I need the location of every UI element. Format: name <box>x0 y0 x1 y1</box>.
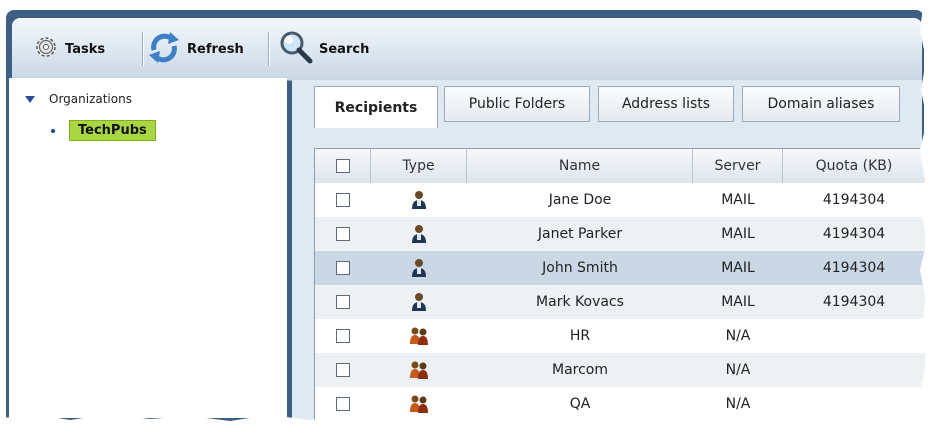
recipients-pane: Recipients Public Folders Address lists … <box>292 80 925 429</box>
cell-quota: 4194304 <box>822 226 886 242</box>
cell-quota: 4194304 <box>822 192 886 208</box>
tab-label: Domain aliases <box>767 96 875 112</box>
table-row[interactable]: John Smith MAIL 4194304 <box>315 251 925 285</box>
tab-label: Public Folders <box>468 96 566 112</box>
cell-server: N/A <box>725 362 751 378</box>
tab-public-folders[interactable]: Public Folders <box>444 86 590 122</box>
row-checkbox-cell <box>315 353 371 387</box>
table-header: Type Name Server Quota (KB) <box>315 149 925 184</box>
tree-node-label: Organizations <box>49 92 132 106</box>
cell-name: Marcom <box>551 362 608 378</box>
gear-icon <box>32 33 60 65</box>
group-icon <box>371 319 467 353</box>
recipients-table: Type Name Server Quota (KB) Jane Doe MAIL… <box>314 148 925 429</box>
cell-server: MAIL <box>721 294 755 310</box>
column-header-quota[interactable]: Quota (KB) <box>783 149 925 183</box>
refresh-label: Refresh <box>187 41 244 57</box>
tab-label: Recipients <box>334 99 418 116</box>
select-all-header <box>315 149 371 183</box>
table-row[interactable]: HR N/A <box>315 319 925 353</box>
tab-address-lists[interactable]: Address lists <box>598 86 734 122</box>
row-checkbox[interactable] <box>336 329 350 343</box>
user-icon <box>371 285 467 319</box>
tree-node-techpubs[interactable]: TechPubs <box>51 120 156 141</box>
cell-name: Jane Doe <box>548 192 612 208</box>
tab-label: Address lists <box>621 96 711 112</box>
row-checkbox[interactable] <box>336 397 350 411</box>
table-row[interactable]: Jane Doe MAIL 4194304 <box>315 183 925 217</box>
torn-edge-bottom <box>0 414 932 434</box>
row-checkbox[interactable] <box>336 363 350 377</box>
refresh-icon <box>146 30 182 68</box>
user-icon <box>371 183 467 217</box>
cell-server: MAIL <box>721 260 755 276</box>
user-icon <box>371 251 467 285</box>
torn-edge-right <box>920 0 932 434</box>
cell-quota <box>783 353 925 387</box>
cell-quota: 4194304 <box>822 260 886 276</box>
row-checkbox-cell <box>315 285 371 319</box>
tab-domain-aliases[interactable]: Domain aliases <box>742 86 900 122</box>
cell-quota <box>783 319 925 353</box>
tab-recipients[interactable]: Recipients <box>314 86 438 128</box>
column-header-name[interactable]: Name <box>467 149 693 183</box>
row-checkbox-cell <box>315 217 371 251</box>
cell-name: HR <box>569 328 591 344</box>
expand-arrow-icon[interactable] <box>25 95 35 103</box>
column-header-server[interactable]: Server <box>693 149 783 183</box>
select-all-checkbox[interactable] <box>335 159 350 173</box>
toolbar-separator <box>142 32 143 66</box>
group-icon <box>371 353 467 387</box>
tasks-label: Tasks <box>65 41 106 57</box>
row-checkbox-cell <box>315 319 371 353</box>
cell-server: MAIL <box>721 192 755 208</box>
search-label: Search <box>319 41 370 57</box>
table-row[interactable]: Marcom N/A <box>315 353 925 387</box>
organization-tree: Organizations TechPubs <box>9 78 287 418</box>
user-icon <box>371 217 467 251</box>
cell-server: N/A <box>725 328 751 344</box>
cell-quota: 4194304 <box>822 294 886 310</box>
toolbar-separator <box>268 32 269 66</box>
selected-tree-node-label: TechPubs <box>69 120 156 141</box>
row-checkbox-cell <box>315 183 371 217</box>
cell-name: John Smith <box>542 260 618 276</box>
toolbar: Tasks Refresh Search <box>12 18 922 81</box>
bullet-icon <box>51 128 55 133</box>
cell-name: Mark Kovacs <box>536 294 624 310</box>
cell-server: MAIL <box>721 226 755 242</box>
table-row[interactable]: Janet Parker MAIL 4194304 <box>315 217 925 251</box>
refresh-button[interactable]: Refresh <box>146 30 244 68</box>
row-checkbox[interactable] <box>336 261 350 275</box>
cell-name: Janet Parker <box>537 226 623 242</box>
search-button[interactable]: Search <box>278 30 369 68</box>
row-checkbox[interactable] <box>336 193 350 207</box>
table-row[interactable]: Mark Kovacs MAIL 4194304 <box>315 285 925 319</box>
row-checkbox[interactable] <box>336 227 350 241</box>
tree-node-organizations[interactable]: Organizations <box>25 92 132 106</box>
row-checkbox[interactable] <box>336 295 350 309</box>
column-header-type[interactable]: Type <box>371 149 467 183</box>
search-icon <box>278 29 314 69</box>
row-checkbox-cell <box>315 251 371 285</box>
tasks-button[interactable]: Tasks <box>32 30 105 68</box>
